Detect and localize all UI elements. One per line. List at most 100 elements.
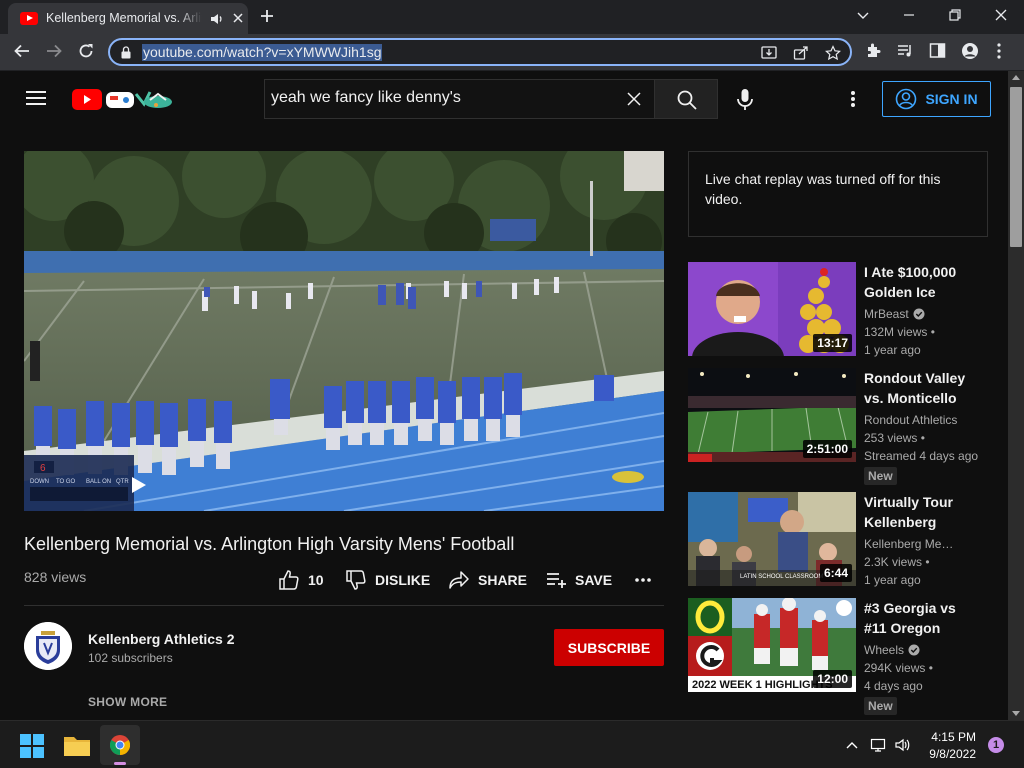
video-title[interactable]: #3 Georgia vs #11 Oregon — [864, 598, 982, 638]
subscriber-count: 102 subscribers — [88, 651, 173, 665]
back-arrow-icon[interactable] — [13, 42, 31, 60]
windows-taskbar: 4:15 PM 9/8/2022 1 — [0, 720, 1024, 768]
browser-toolbar: youtube.com/watch?v=xYMWWJih1sg — [0, 34, 1024, 71]
channel-name[interactable]: MrBeast — [864, 307, 988, 321]
thumbs-up-icon — [279, 570, 299, 590]
video-thumbnail[interactable]: 13:17 — [688, 262, 856, 356]
school-crest-icon — [24, 622, 72, 670]
media-icon[interactable] — [897, 42, 914, 59]
chevron-up-icon[interactable] — [845, 738, 859, 752]
share-button[interactable]: SHARE — [448, 569, 527, 591]
scoreboard-label-to-go: TO GO — [56, 479, 76, 485]
recommended-video[interactable]: 2:51:00 Rondout Valley vs. Monticello Fo… — [688, 368, 988, 485]
clock-time[interactable]: 4:15 PM — [900, 730, 976, 744]
restore-icon[interactable] — [948, 8, 962, 22]
channel-label: Kellenberg Memorial — [864, 537, 960, 551]
channel-name[interactable]: Kellenberg Athletics 2 — [88, 631, 235, 647]
youtube-favicon — [20, 12, 38, 25]
window-close-icon[interactable] — [994, 8, 1008, 22]
chrome-icon — [110, 735, 130, 755]
video-player[interactable]: 6 DOWN TO GO BALL ON QTR — [24, 151, 664, 511]
live-chat-message: Live chat replay was turned off for this… — [705, 171, 941, 207]
show-more-button[interactable]: SHOW MORE — [88, 695, 167, 709]
new-badge: New — [864, 697, 897, 715]
microphone-icon[interactable] — [734, 88, 756, 112]
speaker-icon[interactable] — [210, 12, 224, 26]
close-icon[interactable] — [232, 12, 244, 24]
video-thumbnail[interactable]: LATIN SCHOOL CLASSROOM 6:44 — [688, 492, 856, 586]
save-button[interactable]: SAVE — [545, 569, 612, 591]
recommended-video[interactable]: 13:17 I Ate $100,000 Golden Ice Cream Mr… — [688, 262, 988, 358]
thumbnail-caption: 2022 WEEK 1 HIGHLIGHTS — [692, 679, 833, 691]
channel-name[interactable]: Kellenberg Memorial — [864, 537, 988, 551]
install-icon[interactable] — [761, 45, 777, 61]
clock-date[interactable]: 9/8/2022 — [900, 747, 976, 761]
scrollbar-thumb[interactable] — [1010, 87, 1022, 247]
account-icon — [896, 88, 917, 110]
video-thumbnail[interactable]: 2:51:00 — [688, 368, 856, 462]
browser-tab[interactable]: Kellenberg Memorial vs. Arlington High V… — [8, 3, 248, 34]
search-button[interactable] — [654, 79, 718, 119]
channel-avatar[interactable] — [24, 622, 72, 670]
channel-label: Wheels — [864, 643, 905, 657]
upload-date: 1 year ago — [864, 573, 921, 587]
channel-name[interactable]: Rondout Athletics — [864, 413, 988, 427]
extensions-icon[interactable] — [865, 42, 882, 59]
scoreboard-overlay: 6 DOWN TO GO BALL ON QTR — [24, 455, 134, 511]
address-bar[interactable]: youtube.com/watch?v=xYMWWJih1sg — [108, 38, 852, 66]
scroll-up-arrow-icon[interactable] — [1012, 75, 1020, 80]
subscribe-button[interactable]: SUBSCRIBE — [554, 629, 664, 666]
page-scrollbar[interactable] — [1008, 71, 1024, 720]
dislike-button[interactable]: DISLIKE — [345, 569, 430, 591]
share-arrow-icon — [449, 571, 469, 589]
upload-date: Streamed 4 days ago — [864, 449, 979, 463]
search-box — [264, 79, 654, 119]
scoreboard-label-ball-on: BALL ON — [86, 479, 111, 485]
minimize-icon[interactable] — [902, 8, 916, 22]
upload-date: 1 year ago — [864, 343, 921, 357]
save-playlist-icon — [547, 573, 566, 588]
star-icon[interactable] — [825, 45, 841, 61]
recommended-video[interactable]: LATIN SCHOOL CLASSROOM 6:44 Virtually To… — [688, 492, 988, 588]
view-count: 294K views • — [864, 661, 933, 675]
horizontal-dots-icon — [635, 578, 651, 582]
thumbs-down-icon — [346, 570, 366, 590]
video-title[interactable]: Virtually Tour Kellenberg Memorial — [864, 492, 982, 532]
view-count: 253 views • — [864, 431, 925, 445]
search-input[interactable] — [271, 89, 611, 107]
more-actions-button[interactable] — [634, 571, 652, 589]
recommended-video[interactable]: 2022 WEEK 1 HIGHLIGHTS 12:00 #3 Georgia … — [688, 598, 988, 715]
chrome-taskbar-button[interactable] — [100, 725, 140, 765]
video-title[interactable]: Rondout Valley vs. Monticello Football — [864, 368, 982, 408]
youtube-doodle-logo[interactable] — [72, 88, 178, 112]
notification-badge[interactable]: 1 — [988, 737, 1004, 753]
video-duration: 6:44 — [819, 564, 852, 582]
active-indicator — [114, 762, 126, 765]
video-title[interactable]: I Ate $100,000 Golden Ice Cream — [864, 262, 982, 302]
video-duration: 13:17 — [813, 334, 852, 352]
profile-icon[interactable] — [961, 42, 979, 60]
video-thumbnail[interactable]: 2022 WEEK 1 HIGHLIGHTS 12:00 — [688, 598, 856, 692]
windows-start-icon[interactable] — [20, 734, 44, 758]
forward-arrow-icon[interactable] — [45, 42, 63, 60]
lock-icon[interactable] — [121, 46, 131, 59]
network-icon[interactable] — [870, 737, 886, 753]
share-icon[interactable] — [793, 45, 809, 61]
close-icon[interactable] — [627, 92, 641, 106]
kebab-icon[interactable] — [850, 90, 856, 108]
hamburger-icon[interactable] — [26, 90, 46, 106]
scoreboard-label-down: DOWN — [30, 479, 49, 485]
plus-icon[interactable] — [260, 9, 274, 23]
url-text[interactable]: youtube.com/watch?v=xYMWWJih1sg — [142, 44, 383, 61]
scroll-down-arrow-icon[interactable] — [1012, 711, 1020, 716]
sign-in-button[interactable]: SIGN IN — [882, 81, 991, 117]
view-count-value: 132M views — [864, 325, 928, 339]
kebab-icon[interactable] — [996, 42, 1002, 60]
chevron-down-icon[interactable] — [856, 8, 870, 22]
file-explorer-icon[interactable] — [63, 733, 91, 757]
sidepanel-icon[interactable] — [929, 42, 946, 59]
like-button[interactable]: 10 — [278, 569, 324, 591]
reload-icon[interactable] — [77, 42, 95, 60]
new-badge: New — [864, 467, 897, 485]
channel-name[interactable]: Wheels — [864, 643, 988, 657]
